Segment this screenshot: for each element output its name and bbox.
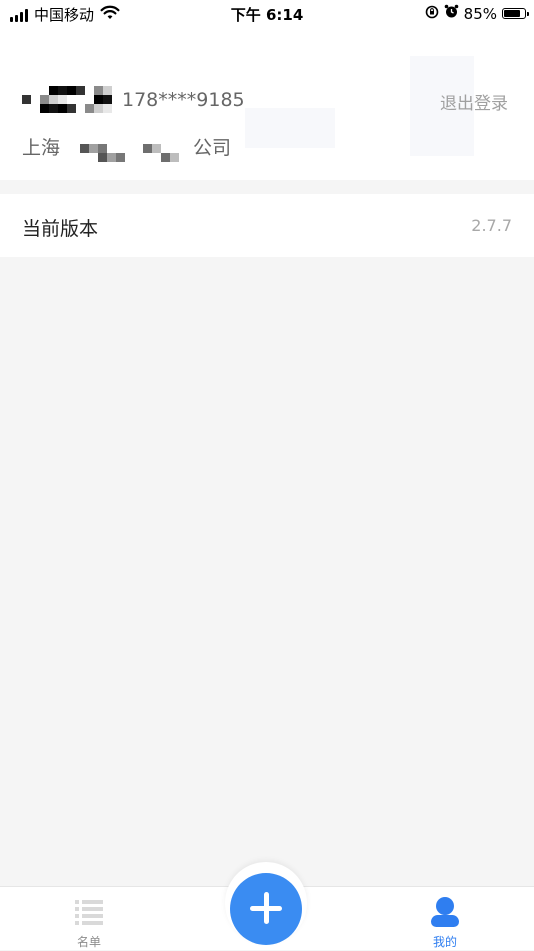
redaction-block — [103, 86, 112, 95]
redaction-block — [22, 86, 31, 95]
version-value: 2.7.7 — [471, 216, 512, 235]
redaction-block — [94, 95, 103, 104]
redaction-block — [49, 95, 58, 104]
tab-list-label: 名单 — [76, 935, 101, 949]
redaction-block — [58, 95, 67, 104]
redaction-block — [125, 144, 134, 153]
company-name-prefix: 上海 — [22, 137, 61, 159]
company-name-redacted — [62, 144, 188, 162]
user-phone: 178****9185 — [122, 89, 245, 111]
alarm-icon — [444, 4, 459, 23]
redaction-block — [76, 104, 85, 113]
tab-list[interactable]: 名单 — [29, 887, 149, 951]
redaction-block — [179, 144, 188, 153]
redaction-block — [31, 95, 40, 104]
redaction-block — [170, 153, 179, 162]
redaction-block — [76, 95, 85, 104]
redaction-block — [22, 104, 31, 113]
version-row[interactable]: 当前版本 2.7.7 — [0, 194, 534, 257]
redaction-block — [89, 144, 98, 153]
redaction-block — [98, 153, 107, 162]
redaction-block — [103, 95, 112, 104]
redaction-block — [116, 153, 125, 162]
redaction-block — [152, 153, 161, 162]
redaction-block — [170, 144, 179, 153]
list-icon — [75, 899, 103, 925]
battery-fill — [504, 10, 521, 17]
redaction-block — [71, 144, 80, 153]
status-bar: 中国移动 下午 6:14 85% — [0, 0, 534, 30]
redaction-block — [85, 86, 94, 95]
redaction-block — [134, 144, 143, 153]
redaction-block — [85, 104, 94, 113]
user-name-redacted — [22, 86, 112, 113]
redaction-block — [161, 144, 170, 153]
add-button[interactable] — [230, 873, 302, 945]
redaction-block — [62, 153, 71, 162]
redaction-block — [49, 86, 58, 95]
redaction-block — [76, 86, 85, 95]
person-icon — [431, 897, 459, 929]
redaction-block — [107, 153, 116, 162]
redaction-block — [143, 153, 152, 162]
redaction-block — [80, 153, 89, 162]
redaction-block — [58, 86, 67, 95]
redaction-block — [143, 144, 152, 153]
redaction-block — [152, 144, 161, 153]
redaction-block — [71, 153, 80, 162]
battery-percent: 85% — [463, 4, 497, 23]
redaction-block — [22, 95, 31, 104]
redaction-block — [58, 104, 67, 113]
redaction-block — [67, 86, 76, 95]
redaction-block — [62, 144, 71, 153]
redaction-block — [125, 153, 134, 162]
status-right: 85% — [425, 4, 529, 23]
redaction-block — [40, 95, 49, 104]
background-decoration — [245, 108, 335, 148]
redaction-block — [134, 153, 143, 162]
profile-card: 178****9185 上海 公司 退出登录 — [0, 30, 534, 180]
redaction-block — [179, 153, 188, 162]
redaction-block — [103, 104, 112, 113]
plus-icon-stroke — [264, 892, 269, 924]
redaction-block — [161, 153, 170, 162]
redaction-block — [80, 144, 89, 153]
redaction-block — [94, 86, 103, 95]
tab-mine[interactable]: 我的 — [385, 887, 505, 951]
redaction-block — [67, 104, 76, 113]
redaction-block — [31, 104, 40, 113]
tab-mine-label: 我的 — [432, 935, 457, 949]
battery-icon — [502, 8, 529, 19]
redaction-block — [49, 104, 58, 113]
redaction-block — [89, 153, 98, 162]
redaction-block — [40, 104, 49, 113]
redaction-block — [94, 104, 103, 113]
redaction-block — [31, 86, 40, 95]
redaction-block — [85, 95, 94, 104]
redaction-block — [107, 144, 116, 153]
rotation-lock-icon — [425, 5, 439, 23]
version-label: 当前版本 — [22, 218, 99, 240]
battery-tip — [527, 12, 529, 16]
company-name-suffix: 公司 — [193, 137, 232, 159]
redaction-block — [98, 144, 107, 153]
logout-button[interactable]: 退出登录 — [440, 89, 508, 114]
redaction-block — [40, 86, 49, 95]
redaction-block — [116, 144, 125, 153]
redaction-block — [67, 95, 76, 104]
